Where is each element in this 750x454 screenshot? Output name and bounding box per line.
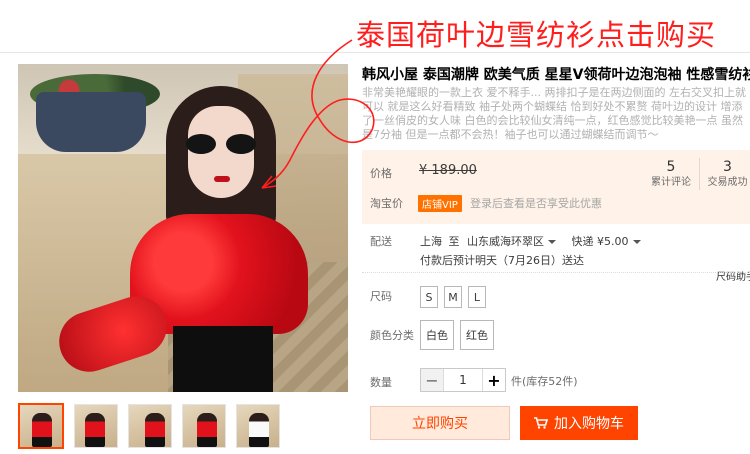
shipping-method-select[interactable]: 快递 ¥5.00: [572, 235, 629, 248]
color-option-white[interactable]: 白色: [420, 320, 454, 350]
color-label: 颜色分类: [370, 329, 414, 342]
quantity-label: 数量: [370, 376, 392, 389]
main-product-image[interactable]: [18, 64, 348, 392]
quantity-stepper: − 1 +: [420, 368, 506, 392]
model-pants: [173, 326, 273, 392]
taobao-price-label: 淘宝价: [370, 197, 403, 210]
shipping-label: 配送: [370, 235, 392, 248]
price-panel: 价格 ¥ 189.00 淘宝价 店铺VIP 登录后查看是否享受此优惠 5 累计评…: [362, 150, 750, 224]
size-option-l[interactable]: L: [468, 286, 486, 308]
delivery-estimate: 付款后预计明天（7月26日）送达: [420, 254, 584, 267]
product-description: 非常美艳耀眼的一款上衣 爱不释手... 两排扣子是在两边侧面的 左右交叉扣上就可…: [362, 86, 746, 141]
size-label: 尺码: [370, 290, 392, 303]
buy-now-button[interactable]: 立即购买: [370, 406, 510, 440]
review-count-label: 累计评论: [651, 177, 691, 188]
thumbnail[interactable]: [18, 403, 64, 449]
increase-quantity-button[interactable]: +: [483, 369, 505, 391]
review-count-stat[interactable]: 5 累计评论: [643, 158, 699, 190]
decrease-quantity-button[interactable]: −: [421, 369, 443, 391]
thumbnail[interactable]: [74, 404, 118, 448]
size-option-m[interactable]: M: [444, 286, 462, 308]
image-flower-pot: [36, 92, 146, 152]
section-divider: [362, 272, 750, 273]
transaction-count-label: 交易成功: [707, 177, 748, 188]
chevron-down-icon[interactable]: [632, 240, 641, 244]
destination-select[interactable]: 山东威海环翠区: [467, 235, 544, 248]
promo-title[interactable]: 泰国荷叶边雪纺衫点击购买: [356, 12, 716, 54]
add-to-cart-button[interactable]: 加入购物车: [520, 406, 638, 440]
product-title: 韩风小屋 泰国潮牌 欧美气质 星星V领荷叶边泡泡袖 性感雪纺衫: [362, 67, 750, 83]
shipping-to-word: 至: [448, 235, 460, 248]
chevron-down-icon[interactable]: [548, 240, 556, 244]
size-option-s[interactable]: S: [420, 286, 438, 308]
thumbnail[interactable]: [128, 404, 172, 448]
stock-count: 件(库存52件): [511, 375, 578, 388]
transaction-count: 3: [723, 159, 732, 175]
thumbnail[interactable]: [182, 404, 226, 448]
shipping-from: 上海: [420, 235, 442, 248]
shipping-info: 上海 至 山东威海环翠区 快递 ¥5.00: [420, 233, 647, 249]
original-price: ¥ 189.00: [419, 163, 477, 178]
quantity-input[interactable]: 1: [443, 369, 483, 391]
model-lips: [214, 176, 230, 182]
thumbnail[interactable]: [236, 404, 280, 448]
model-sunglasses: [186, 134, 256, 154]
add-to-cart-label: 加入购物车: [554, 416, 624, 432]
size-chart-link[interactable]: 尺码助手: [716, 268, 750, 283]
price-label: 价格: [370, 167, 392, 180]
vip-login-note[interactable]: 登录后查看是否享受此优惠: [470, 195, 602, 211]
color-option-red[interactable]: 红色: [460, 320, 494, 350]
vip-badge: 店铺VIP: [418, 195, 462, 212]
thumbnail-strip: [18, 403, 280, 449]
shopping-cart-icon: [534, 417, 548, 429]
transactions-stat: 3 交易成功: [699, 158, 750, 190]
review-count: 5: [666, 159, 676, 175]
top-divider: [0, 52, 750, 53]
